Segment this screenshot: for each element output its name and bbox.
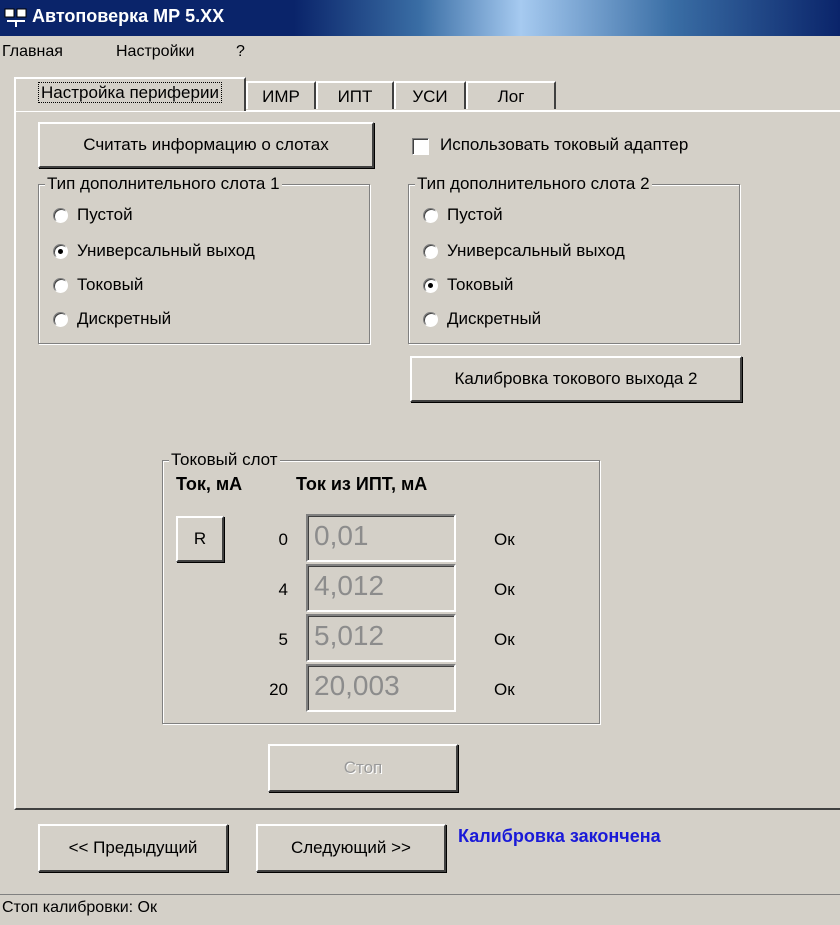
slot2-option-discrete[interactable]: Дискретный bbox=[423, 307, 541, 331]
tab-ipt[interactable]: ИПТ bbox=[316, 81, 394, 109]
row-status: Ок bbox=[494, 630, 515, 649]
measured-current-field[interactable]: 20,003 bbox=[306, 664, 456, 712]
radio-button bbox=[423, 311, 438, 327]
radio-button bbox=[53, 311, 68, 327]
tab-log[interactable]: Лог bbox=[466, 81, 556, 109]
row-set-value: 5 bbox=[278, 630, 288, 649]
option-label: Токовый bbox=[77, 275, 144, 294]
slot1-option-universal[interactable]: Универсальный выход bbox=[53, 239, 255, 263]
current-slot-title: Токовый слот bbox=[169, 450, 280, 470]
tab-imr[interactable]: ИМР bbox=[246, 81, 316, 109]
slot2-option-current[interactable]: Токовый bbox=[423, 273, 513, 297]
option-label: Универсальный выход bbox=[447, 241, 625, 260]
reset-button[interactable]: R bbox=[176, 516, 224, 562]
tab-peripheral-settings[interactable]: Настройка периферии bbox=[14, 77, 246, 111]
option-label: Дискретный bbox=[77, 309, 172, 328]
tab-label: ИМР bbox=[262, 87, 300, 106]
radio-button bbox=[53, 277, 68, 293]
stop-button[interactable]: Стоп bbox=[268, 744, 458, 792]
option-label: Дискретный bbox=[447, 309, 542, 328]
row-status: Ок bbox=[494, 680, 515, 699]
menu-bar: Главная Настройки ? bbox=[0, 40, 840, 66]
next-button[interactable]: Следующий >> bbox=[256, 824, 446, 872]
slot1-option-empty[interactable]: Пустой bbox=[53, 203, 133, 227]
tab-usi[interactable]: УСИ bbox=[394, 81, 466, 109]
tab-label: Настройка периферии bbox=[38, 82, 222, 103]
row-set-value: 0 bbox=[278, 530, 288, 549]
tab-strip: Настройка периферии ИМР ИПТ УСИ Лог bbox=[0, 77, 840, 111]
radio-button-selected bbox=[53, 243, 68, 259]
tab-label: ИПТ bbox=[337, 87, 373, 106]
status-bar: Стоп калибровки: Ок bbox=[0, 894, 840, 925]
app-icon bbox=[4, 8, 27, 27]
read-slots-button[interactable]: Считать информацию о слотах bbox=[38, 122, 374, 168]
radio-button bbox=[423, 243, 438, 259]
radio-button bbox=[423, 207, 438, 223]
row-status: Ок bbox=[494, 580, 515, 599]
tab-label: УСИ bbox=[412, 87, 448, 106]
slot1-group: Тип дополнительного слота 1 Пустой Униве… bbox=[38, 174, 370, 344]
measured-current-field[interactable]: 5,012 bbox=[306, 614, 456, 662]
row-status: Ок bbox=[494, 530, 515, 549]
calibration-status-message: Калибровка закончена bbox=[458, 826, 661, 846]
option-label: Пустой bbox=[447, 205, 503, 224]
slot2-option-universal[interactable]: Универсальный выход bbox=[423, 239, 625, 263]
status-text: Стоп калибровки: Ок bbox=[2, 899, 157, 916]
slot1-option-current[interactable]: Токовый bbox=[53, 273, 143, 297]
use-current-adapter-label: Использовать токовый адаптер bbox=[440, 135, 689, 154]
row-set-value: 20 bbox=[269, 680, 288, 699]
menu-item-main[interactable]: Главная bbox=[2, 43, 63, 61]
calibrate-current-output-button[interactable]: Калибровка токового выхода 2 bbox=[410, 356, 742, 402]
column-header-measured-current: Ток из ИПТ, мА bbox=[296, 474, 428, 494]
radio-button bbox=[53, 207, 68, 223]
menu-item-settings[interactable]: Настройки bbox=[116, 43, 194, 61]
measured-current-field[interactable]: 4,012 bbox=[306, 564, 456, 612]
option-label: Токовый bbox=[447, 275, 514, 294]
title-bar[interactable]: Автоповерка МР 5.XX bbox=[0, 0, 840, 36]
slot1-option-discrete[interactable]: Дискретный bbox=[53, 307, 171, 331]
slot2-group: Тип дополнительного слота 2 Пустой Униве… bbox=[408, 174, 740, 344]
row-set-value: 4 bbox=[278, 580, 288, 599]
window-title: Автоповерка МР 5.XX bbox=[32, 6, 225, 26]
tab-label: Лог bbox=[497, 87, 525, 106]
slot2-option-empty[interactable]: Пустой bbox=[423, 203, 503, 227]
slot2-title: Тип дополнительного слота 2 bbox=[415, 174, 652, 194]
option-label: Пустой bbox=[77, 205, 133, 224]
use-current-adapter-checkbox[interactable] bbox=[412, 138, 429, 155]
option-label: Универсальный выход bbox=[77, 241, 255, 260]
column-header-set-current: Ток, мА bbox=[176, 474, 243, 494]
measured-current-field[interactable]: 0,01 bbox=[306, 514, 456, 562]
radio-button-selected bbox=[423, 277, 438, 293]
slot1-title: Тип дополнительного слота 1 bbox=[45, 174, 282, 194]
menu-item-help[interactable]: ? bbox=[236, 43, 245, 61]
previous-button[interactable]: << Предыдущий bbox=[38, 824, 228, 872]
